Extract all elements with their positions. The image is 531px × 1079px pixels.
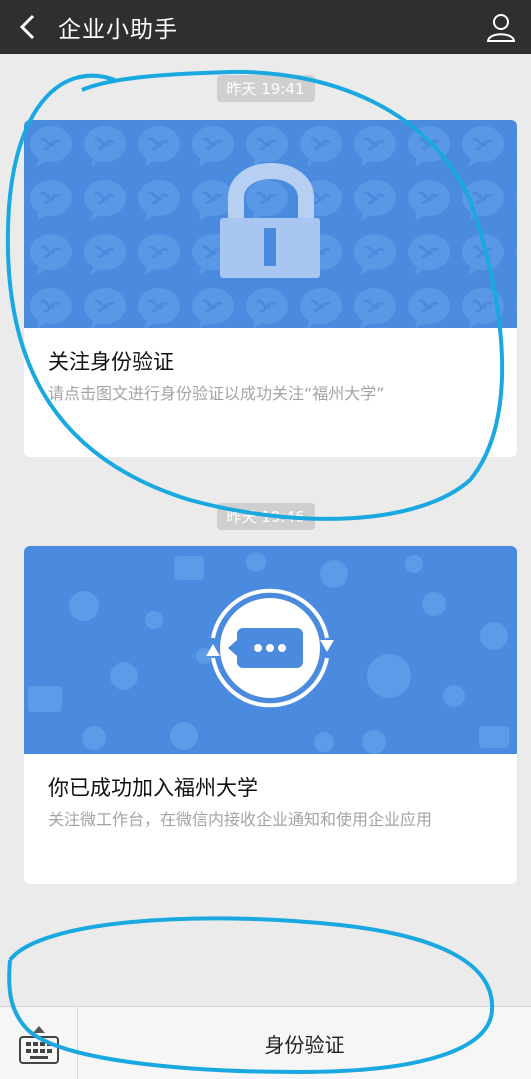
back-button[interactable] (0, 0, 54, 54)
article-card-verify[interactable]: 关注身份验证 请点击图文进行身份验证以成功关注“福州大学” (24, 120, 517, 457)
person-icon (486, 14, 516, 42)
chat-title: 企业小助手 (58, 17, 178, 43)
message-timestamp: 昨天 19:46 (216, 503, 315, 530)
profile-button[interactable] (471, 0, 531, 54)
card-banner (24, 546, 517, 754)
menu-button-verify[interactable]: 身份验证 (78, 1007, 531, 1079)
card-description: 请点击图文进行身份验证以成功关注“福州大学” (48, 384, 385, 403)
bottom-menu-bar: 身份验证 (0, 1006, 531, 1079)
card-banner (24, 120, 517, 328)
card-title: 关注身份验证 (48, 350, 174, 374)
message-timestamp: 昨天 19:41 (216, 75, 315, 102)
card-description: 关注微工作台，在微信内接收企业通知和使用企业应用 (48, 810, 433, 829)
keyboard-toggle-button[interactable] (0, 1007, 78, 1079)
article-card-joined[interactable]: 你已成功加入福州大学 关注微工作台，在微信内接收企业通知和使用企业应用 (24, 546, 517, 884)
top-bar: 企业小助手 (0, 0, 531, 54)
card-title: 你已成功加入福州大学 (48, 776, 258, 800)
keyboard-icon (18, 1025, 59, 1064)
chevron-left-icon (19, 14, 35, 40)
